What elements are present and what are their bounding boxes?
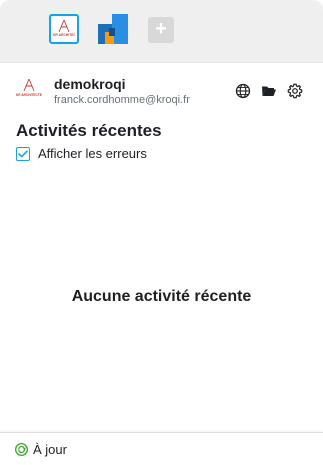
show-errors-checkbox[interactable] xyxy=(16,146,30,161)
show-errors-toggle[interactable]: Afficher les erreurs xyxy=(16,146,147,161)
show-errors-label: Afficher les erreurs xyxy=(38,146,147,161)
check-icon xyxy=(18,149,28,157)
gear-icon[interactable] xyxy=(287,83,303,99)
avatar: KR ARCHITECTES xyxy=(16,78,42,100)
empty-activities-message: Aucune activité récente xyxy=(71,288,252,305)
account-email: franck.cordhomme@kroqi.fr xyxy=(54,94,190,106)
avatar-logo-text: KR ARCHITECTES xyxy=(16,93,42,97)
sync-ok-icon xyxy=(15,443,28,456)
workspace-bar: KR ARCHITECTES + xyxy=(0,0,323,63)
workspace-second[interactable] xyxy=(98,14,128,44)
kr-logo-icon xyxy=(23,78,35,92)
status-bar: À jour xyxy=(0,432,323,465)
blocks-logo-icon xyxy=(98,14,128,44)
add-workspace-button[interactable]: + xyxy=(148,17,174,43)
recent-activities-title: Activités récentes xyxy=(16,121,162,140)
account-header: KR ARCHITECTES demokroqi franck.cordhomm… xyxy=(0,72,323,112)
workspace-kr-architectes[interactable]: KR ARCHITECTES xyxy=(49,14,79,44)
workspace-logo-text: KR ARCHITECTES xyxy=(53,33,75,37)
account-actions xyxy=(235,83,303,99)
kr-logo-icon xyxy=(59,20,69,32)
account-name: demokroqi xyxy=(54,76,126,92)
sync-status-text: À jour xyxy=(33,442,67,457)
globe-icon[interactable] xyxy=(235,83,251,99)
sync-client-window: KR ARCHITECTES + KR ARCHITECTES demokroq… xyxy=(0,0,323,465)
folder-icon[interactable] xyxy=(261,83,277,99)
